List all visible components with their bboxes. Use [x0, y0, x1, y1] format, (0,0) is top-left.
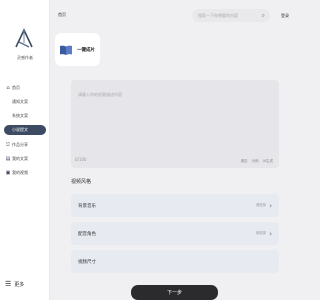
example-button[interactable]: 示例	[252, 159, 259, 164]
login-link[interactable]: 登录	[281, 13, 289, 19]
row-label: 背景音乐	[78, 203, 96, 209]
home-icon: ⌂	[6, 85, 10, 91]
search-placeholder: 搜索一下你想要的内容	[198, 12, 238, 18]
book-icon	[60, 45, 72, 55]
description-placeholder: 请输入你的创意描述内容	[78, 92, 122, 97]
document-icon: ▤	[5, 156, 11, 162]
sidebar-item-share[interactable]: ⎋ 作品分享	[4, 140, 46, 150]
search-input[interactable]: 搜索一下你想要的内容 ⌕	[192, 9, 270, 22]
share-icon: ⎋	[6, 142, 10, 148]
sidebar-item-my-copy[interactable]: ▤ 我的文案	[4, 154, 46, 164]
sidebar-item-label: 我的文案	[12, 156, 28, 161]
sidebar-item-my-video[interactable]: ▣ 我的视频	[4, 168, 46, 178]
description-textarea[interactable]: 请输入你的创意描述内容 0/100 清空 示例 AI生成	[71, 80, 279, 168]
row-value: 请选择 ›	[255, 201, 272, 210]
more-button[interactable]: ☰ 更多	[5, 280, 24, 288]
chevron-right-icon: ›	[269, 229, 272, 238]
one-click-video-card[interactable]: 一键成片	[55, 33, 100, 66]
sidebar-item-system-copy[interactable]: 系统文案	[4, 111, 46, 121]
logo-icon	[15, 28, 33, 48]
chevron-right-icon: ›	[269, 201, 272, 210]
row-value: 请选择 ›	[255, 229, 272, 238]
sidebar-item-label: 小说提文	[12, 127, 28, 132]
video-size-row[interactable]: 视频尺寸	[71, 250, 279, 273]
sidebar-item-notice-copy[interactable]: 通知文案	[4, 97, 46, 107]
char-count: 0/100	[75, 157, 87, 162]
next-button[interactable]: 下一步	[131, 285, 218, 300]
sidebar-item-label: 我的视频	[12, 170, 28, 175]
sidebar-item-label: 作品分享	[12, 142, 28, 147]
more-label: 更多	[14, 281, 25, 288]
video-icon: ▣	[5, 170, 11, 176]
ai-generate-button[interactable]: AI生成	[263, 159, 273, 164]
card-label: 一键成片	[77, 47, 95, 53]
main-content: 首页 搜索一下你想要的内容 ⌕ 登录 一键成片 请输入你的创意描述内容 0/10…	[50, 0, 300, 300]
description-tools: 清空 示例 AI生成	[241, 159, 273, 164]
sidebar-item-label: 首页	[12, 85, 20, 90]
sidebar-item-novel[interactable]: 小说提文	[4, 125, 46, 135]
sidebar-item-home[interactable]: ⌂ 首页	[4, 83, 46, 93]
sidebar-item-label: 系统文案	[12, 113, 28, 118]
row-label: 配音角色	[78, 231, 96, 237]
row-label: 视频尺寸	[78, 259, 96, 265]
voice-row[interactable]: 配音角色 请选择 ›	[71, 222, 279, 245]
sidebar-item-label: 通知文案	[12, 99, 28, 104]
breadcrumb[interactable]: 首页	[58, 12, 66, 18]
search-icon[interactable]: ⌕	[262, 12, 265, 20]
clear-button[interactable]: 清空	[241, 159, 248, 164]
bgm-row[interactable]: 背景音乐 请选择 ›	[71, 194, 279, 217]
topbar: 首页 搜索一下你想要的内容 ⌕ 登录	[50, 7, 300, 25]
section-title: 视频风格	[71, 179, 92, 185]
logo-text: 灵感作者	[17, 55, 33, 60]
sidebar: 灵感作者 ⌂ 首页 通知文案 系统文案 小说提文 ⎋ 作品分享 ▤ 我的文案 ▣…	[0, 0, 50, 300]
menu-icon: ☰	[5, 280, 12, 288]
